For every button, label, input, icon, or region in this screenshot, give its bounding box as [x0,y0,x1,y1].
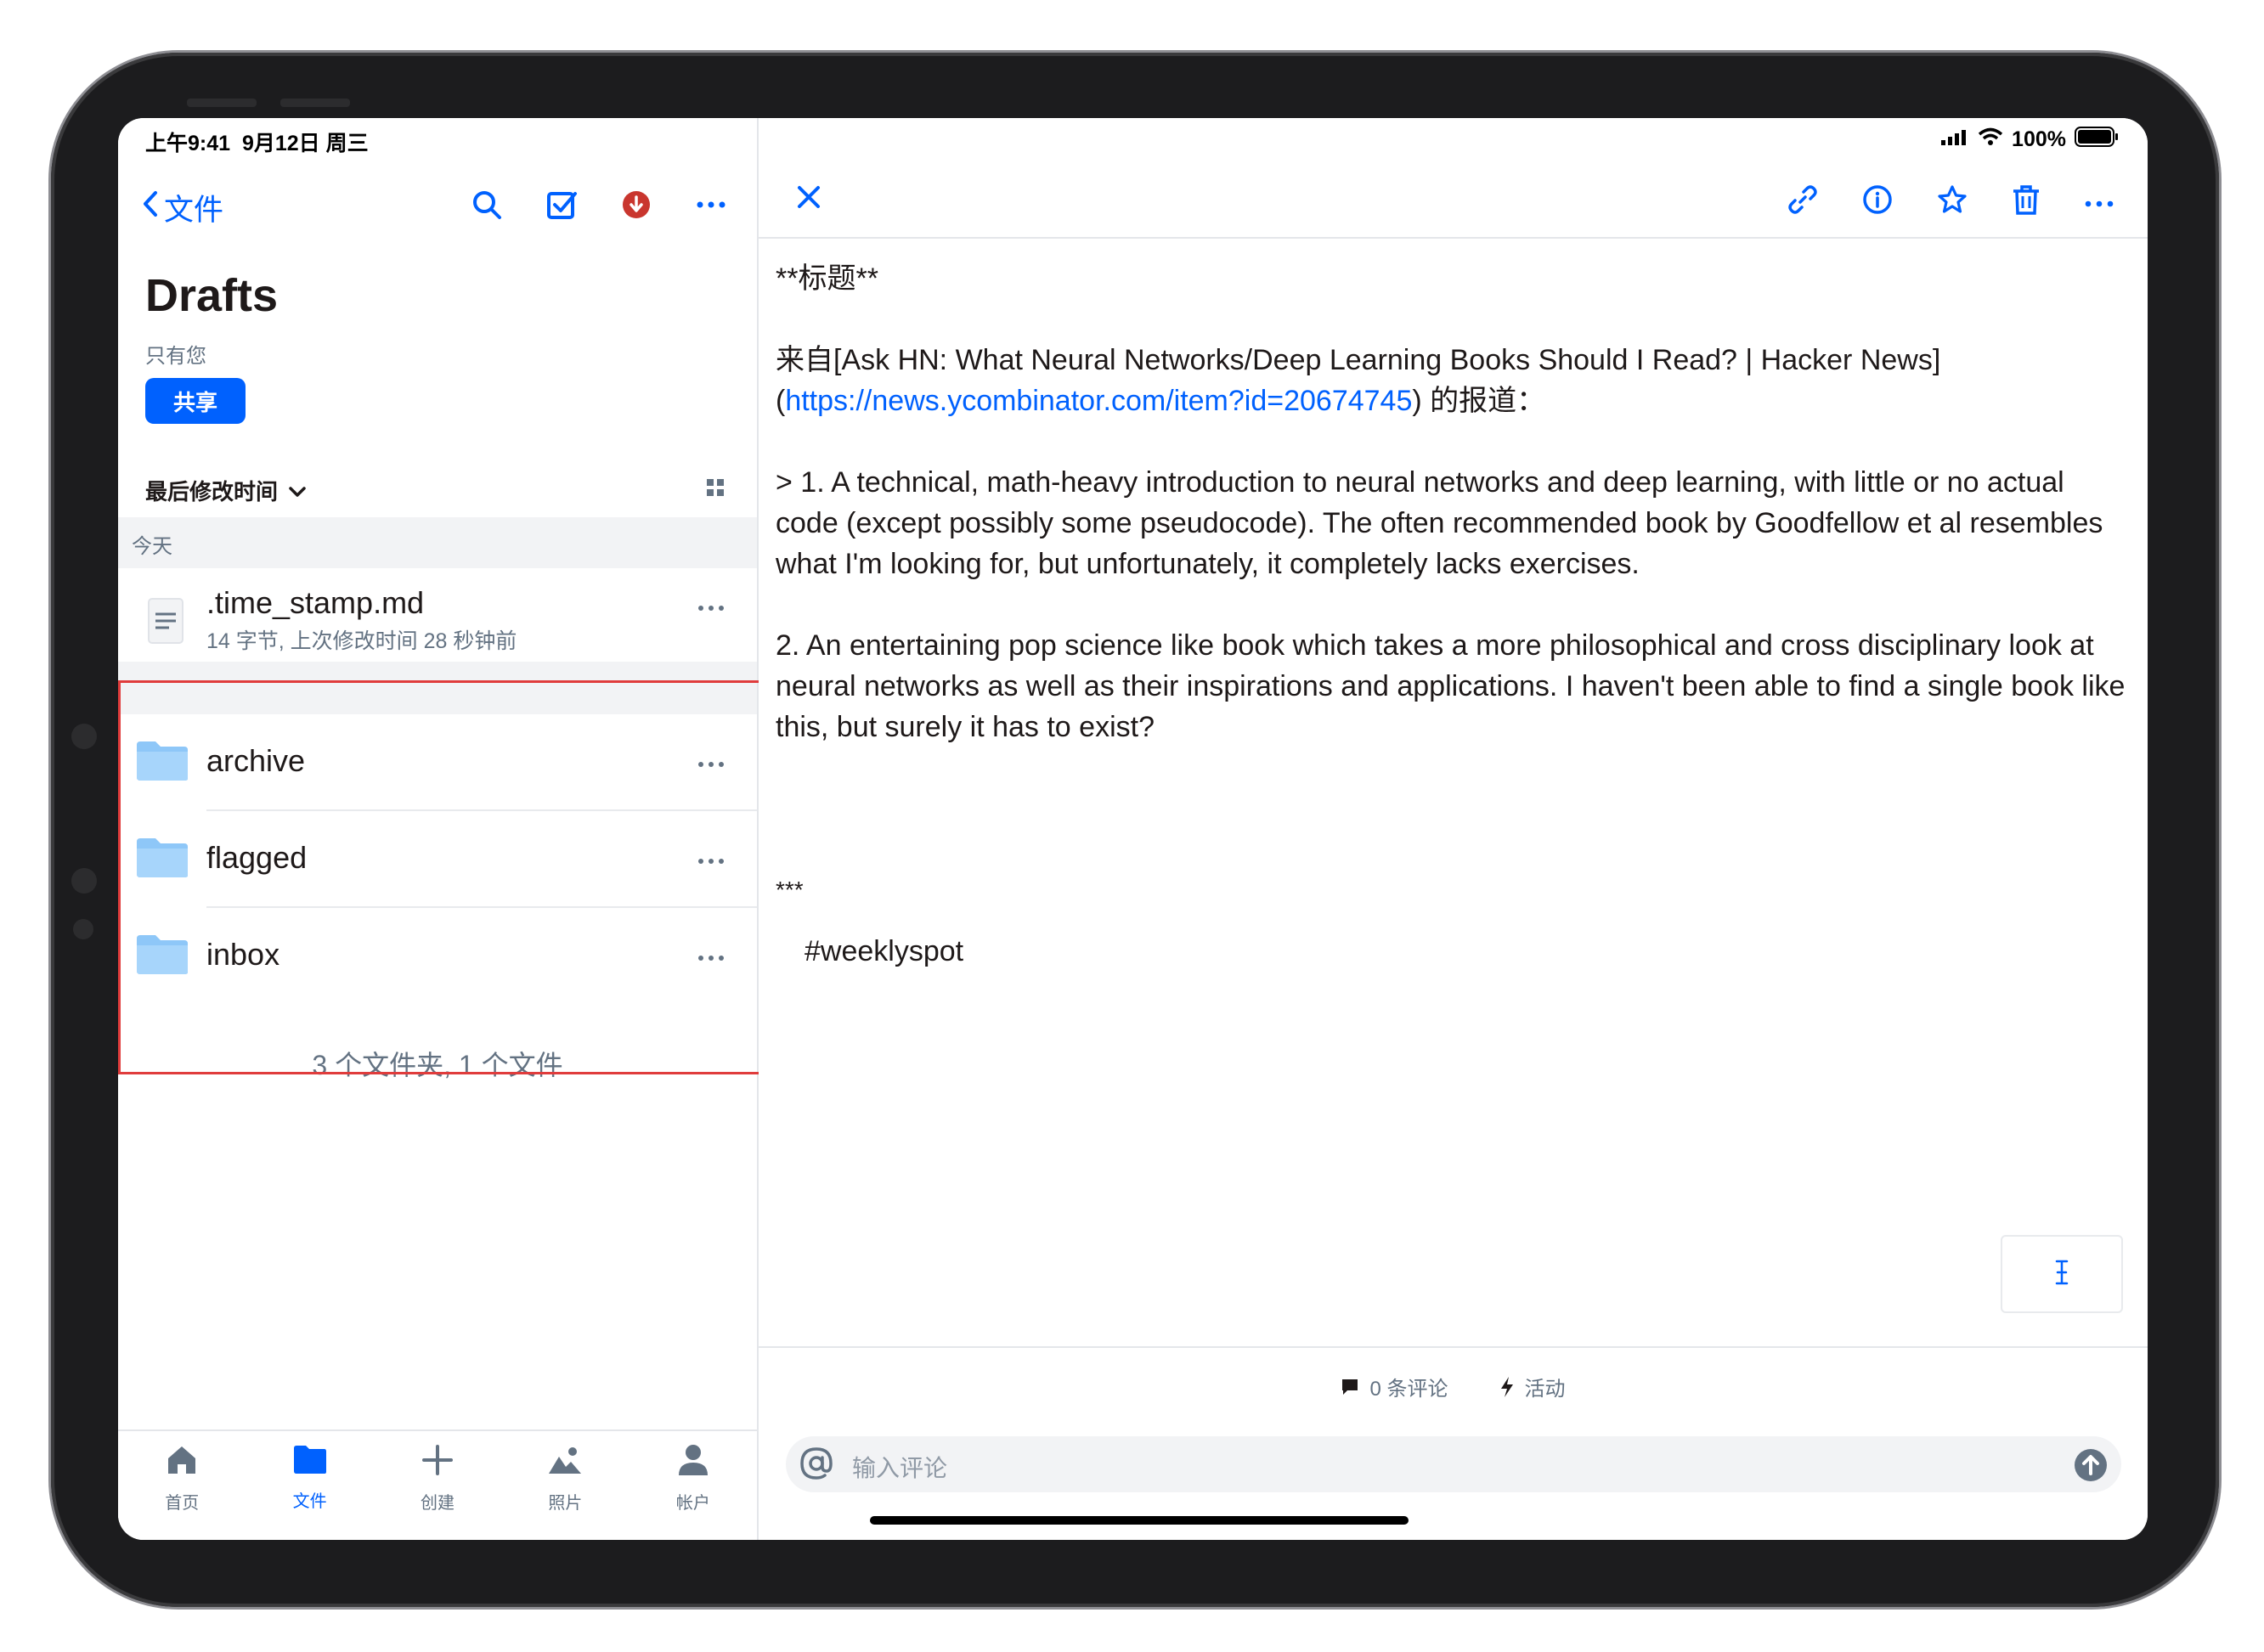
battery-icon [2075,127,2119,153]
tab-label: 照片 [548,1494,583,1513]
tab-label: 文件 [292,1492,327,1511]
home-indicator [870,1516,1409,1525]
share-button[interactable]: 共享 [145,378,246,424]
wifi-icon [1978,127,2003,152]
comment-placeholder: 输入评论 [852,1455,948,1481]
sort-label: 最后修改时间 [145,479,279,505]
more-icon[interactable] [697,600,725,616]
tab-photos[interactable]: 照片 [501,1431,629,1540]
sharing-status: 只有您 [145,345,206,368]
sensor-dot [71,868,97,894]
tab-label: 帐户 [675,1494,710,1513]
home-icon [165,1443,199,1482]
more-icon[interactable] [2085,184,2114,219]
comments-tab[interactable]: 0 条评论 [1341,1372,1448,1401]
mention-icon[interactable] [798,1445,835,1486]
screen: 上午9:41 9月12日 周三 文件 Drafts 只有您 共享 最后修改时间 … [118,118,2148,1540]
left-nav-bar: 文件 [118,176,757,235]
status-time: 上午9:41 9月12日 周三 [145,132,369,155]
text-cursor-icon [2053,1259,2070,1290]
section-header-today: 今天 [118,517,757,568]
folder-icon [292,1443,328,1480]
folder-title: Drafts [145,270,279,321]
doc-paragraph-2: 2. An entertaining pop science like book… [776,629,2126,743]
person-icon [676,1443,710,1482]
text-file-icon [147,597,184,649]
chevron-left-icon [142,189,159,226]
info-icon[interactable] [1862,184,1893,219]
search-icon[interactable] [468,186,505,223]
offline-download-icon[interactable] [618,186,655,223]
tab-home[interactable]: 首页 [118,1431,246,1540]
comment-icon [1341,1378,1359,1396]
file-name: .time_stamp.md [206,585,425,620]
text-cursor-button[interactable] [2001,1235,2123,1313]
document-preview-pane: 100% **标题** 来自[Ask HN: What Neural Netwo… [759,118,2148,1540]
tab-create[interactable]: 创建 [374,1431,501,1540]
preview-toolbar [759,161,2148,239]
lightning-icon [1499,1376,1515,1398]
select-checkbox-icon[interactable] [543,186,580,223]
sort-menu[interactable]: 最后修改时间 [145,475,307,506]
file-row[interactable]: .time_stamp.md 14 字节, 上次修改时间 28 秒钟前 [118,568,757,662]
volume-button [187,99,257,107]
battery-percent: 100% [2012,127,2066,151]
highlight-annotation-box [118,680,762,1074]
tab-label: 首页 [165,1494,200,1513]
tab-bar: 首页 文件 创建 照片 帐户 [118,1429,757,1540]
doc-tag: #weeklyspot [805,935,964,967]
back-button[interactable]: 文件 [142,186,223,229]
activity-label: 活动 [1524,1378,1566,1401]
tab-label: 创建 [421,1494,455,1513]
comment-tabs: 0 条评论 活动 [759,1372,2148,1401]
power-button [280,99,350,107]
comment-input[interactable]: 输入评论 [786,1436,2121,1492]
doc-heading: **标题** [776,262,878,295]
doc-source: 来自[Ask HN: What Neural Networks/Deep Lea… [776,344,1941,417]
trash-icon[interactable] [2012,184,2041,219]
tab-files[interactable]: 文件 [246,1431,373,1540]
star-icon[interactable] [1937,184,1968,219]
ipad-frame: 上午9:41 9月12日 周三 文件 Drafts 只有您 共享 最后修改时间 … [51,53,2219,1607]
divider [759,1346,2148,1348]
file-meta: 14 字节, 上次修改时间 28 秒钟前 [206,629,517,653]
plus-icon [421,1443,454,1482]
section-label: 今天 [132,535,172,558]
chevron-down-icon [288,477,307,504]
activity-tab[interactable]: 活动 [1499,1372,1566,1401]
doc-horizontal-rule: *** [776,877,804,903]
signal-icon [1940,127,1969,152]
comments-count: 0 条评论 [1369,1378,1448,1401]
grid-view-icon[interactable] [706,478,725,501]
link-icon[interactable] [1787,184,1818,219]
doc-paragraph-1: > 1. A technical, math-heavy introductio… [776,466,2103,580]
send-icon[interactable] [2074,1448,2108,1486]
file-browser-pane: 上午9:41 9月12日 周三 文件 Drafts 只有您 共享 最后修改时间 … [118,118,762,1540]
close-icon[interactable] [796,184,821,214]
status-bar-right: 100% [759,118,2148,161]
more-icon[interactable] [692,186,730,223]
source-link[interactable]: https://news.ycombinator.com/item?id=206… [785,385,1412,417]
sensor-dot [73,919,93,939]
photos-icon [547,1443,583,1482]
document-content[interactable]: **标题** 来自[Ask HN: What Neural Networks/D… [776,258,2126,972]
back-label: 文件 [164,194,224,227]
tab-account[interactable]: 帐户 [630,1431,757,1540]
camera-dot [71,724,97,749]
